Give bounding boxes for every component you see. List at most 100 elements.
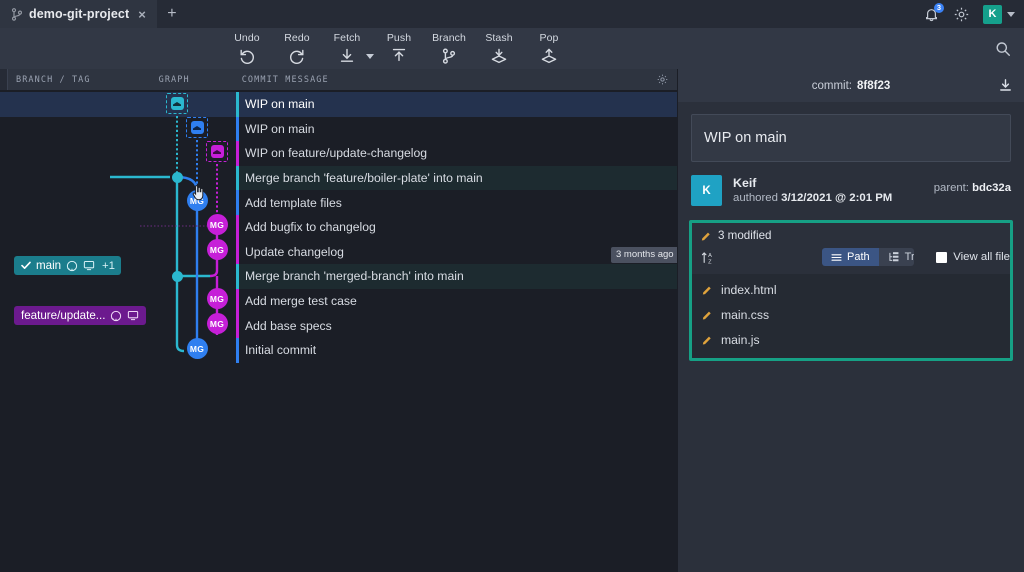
toolbar-actions: Undo Redo Fetch: [222, 28, 574, 65]
list-item[interactable]: main.js: [692, 327, 1010, 352]
github-icon: [66, 260, 78, 272]
undo-label: Undo: [234, 32, 260, 44]
branch-chip-label: main: [36, 259, 61, 272]
stash-label: Stash: [485, 32, 512, 44]
close-icon[interactable]: ×: [138, 8, 146, 21]
cursor-pointer-icon: [192, 185, 205, 206]
undo-button[interactable]: Undo: [222, 28, 272, 65]
svg-text:A: A: [708, 252, 712, 258]
commit-node[interactable]: MG: [207, 214, 228, 235]
commit-sha: 8f8f23: [857, 80, 890, 92]
notifications-button[interactable]: 3: [923, 6, 940, 23]
column-commit-message: COMMIT MESSAGE: [242, 75, 329, 85]
stash-node[interactable]: [186, 117, 208, 138]
redo-icon: [288, 46, 306, 65]
changed-files-toolbar: A Z Path Tree View all f: [692, 246, 1010, 274]
stash-down-icon: [489, 46, 509, 65]
stash-icon: [171, 97, 184, 110]
commit-graph-lines: [0, 90, 677, 572]
list-item[interactable]: index.html: [692, 277, 1010, 302]
commit-graph-pane: WIP on main WIP on main WIP on feature/u…: [0, 90, 677, 572]
author-name: Keif: [733, 176, 892, 191]
chevron-down-icon[interactable]: [1007, 12, 1015, 17]
view-mode-path[interactable]: Path: [822, 248, 879, 266]
pencil-icon: [702, 309, 713, 320]
toolbar: Undo Redo Fetch: [0, 28, 1024, 69]
pop-button[interactable]: Pop: [524, 28, 574, 65]
svg-text:Z: Z: [708, 259, 712, 265]
fetch-download-icon: [338, 46, 356, 65]
push-button[interactable]: Push: [374, 28, 424, 65]
changed-files-count: 3 modified: [718, 229, 772, 242]
column-graph: GRAPH: [159, 75, 190, 85]
github-icon: [110, 310, 122, 322]
pencil-icon: [701, 230, 712, 241]
parent-label: parent:: [934, 182, 969, 194]
commit-node[interactable]: MG: [207, 313, 228, 334]
search-button[interactable]: [992, 38, 1014, 60]
redo-button[interactable]: Redo: [272, 28, 322, 65]
commit-details-header: commit: 8f8f23: [678, 69, 1024, 102]
file-name: main.js: [721, 333, 760, 347]
sort-az-icon[interactable]: A Z: [701, 250, 716, 265]
stash-button[interactable]: Stash: [474, 28, 524, 65]
branch-chip-feature[interactable]: feature/update...: [14, 306, 146, 325]
authored-date: 3/12/2021 @ 2:01 PM: [781, 192, 892, 204]
push-upload-icon: [390, 46, 408, 65]
check-icon: [21, 261, 31, 270]
merge-dot-node[interactable]: [172, 172, 183, 183]
pencil-icon: [702, 334, 713, 345]
commit-node[interactable]: MG: [207, 239, 228, 260]
commit-node[interactable]: MG: [187, 338, 208, 359]
fetch-dropdown-icon[interactable]: [366, 54, 374, 59]
authored-label: authored: [733, 192, 778, 204]
changed-files-summary: 3 modified: [692, 223, 1010, 246]
stash-node[interactable]: [206, 141, 228, 162]
commit-label: commit:: [812, 80, 852, 92]
stash-icon: [211, 145, 224, 158]
view-mode-tree[interactable]: Tree: [879, 248, 915, 266]
branch-button[interactable]: Branch: [424, 28, 474, 65]
tree-icon: [888, 252, 900, 262]
notification-badge: 3: [934, 3, 944, 13]
view-mode-tree-label: Tree: [905, 251, 915, 263]
view-mode-toggle: Path Tree: [822, 248, 914, 266]
gear-icon[interactable]: [656, 73, 669, 86]
list-item[interactable]: main.css: [692, 302, 1010, 327]
stash-node[interactable]: [166, 93, 188, 114]
merge-dot-node[interactable]: [172, 271, 183, 282]
app-window: demo-git-project × + 3 K: [0, 0, 1024, 572]
commit-node[interactable]: MG: [207, 288, 228, 309]
commit-author: K Keif authored 3/12/2021 @ 2:01 PM pare…: [691, 175, 1011, 206]
view-all-files-label: View all file: [953, 251, 1010, 263]
view-mode-path-label: Path: [847, 251, 870, 263]
fetch-button[interactable]: Fetch: [322, 28, 372, 65]
list-icon: [831, 253, 842, 262]
branch-chip-main[interactable]: main: [14, 256, 102, 275]
monitor-icon: [83, 260, 95, 271]
user-menu[interactable]: K: [983, 5, 1015, 24]
download-icon[interactable]: [998, 78, 1013, 93]
commit-message-box[interactable]: WIP on main: [691, 114, 1011, 162]
parent-sha[interactable]: bdc32a: [972, 182, 1011, 194]
search-icon: [994, 40, 1012, 58]
gear-icon[interactable]: [953, 6, 970, 23]
file-name: index.html: [721, 283, 777, 297]
view-all-files-checkbox[interactable]: View all file: [936, 251, 1010, 263]
tab-bar: demo-git-project × + 3 K: [0, 0, 1024, 28]
branch-icon: [440, 46, 458, 65]
titlebar-actions: 3 K: [923, 0, 1024, 28]
branch-extra-count[interactable]: +1: [96, 256, 121, 275]
stash-icon: [191, 121, 204, 134]
pencil-icon: [702, 284, 713, 295]
branch-label: Branch: [432, 32, 466, 44]
tab-demo-git-project[interactable]: demo-git-project ×: [0, 0, 157, 28]
column-header: BRANCH / TAG GRAPH COMMIT MESSAGE: [0, 69, 677, 90]
commit-details-pane: commit: 8f8f23 WIP on main K Keif author…: [677, 69, 1024, 572]
new-tab-button[interactable]: +: [157, 0, 187, 28]
branch-icon: [12, 8, 22, 21]
commit-message-text: WIP on main: [704, 130, 787, 146]
avatar: K: [691, 175, 722, 206]
push-label: Push: [387, 32, 411, 44]
checkbox-icon: [936, 252, 947, 263]
